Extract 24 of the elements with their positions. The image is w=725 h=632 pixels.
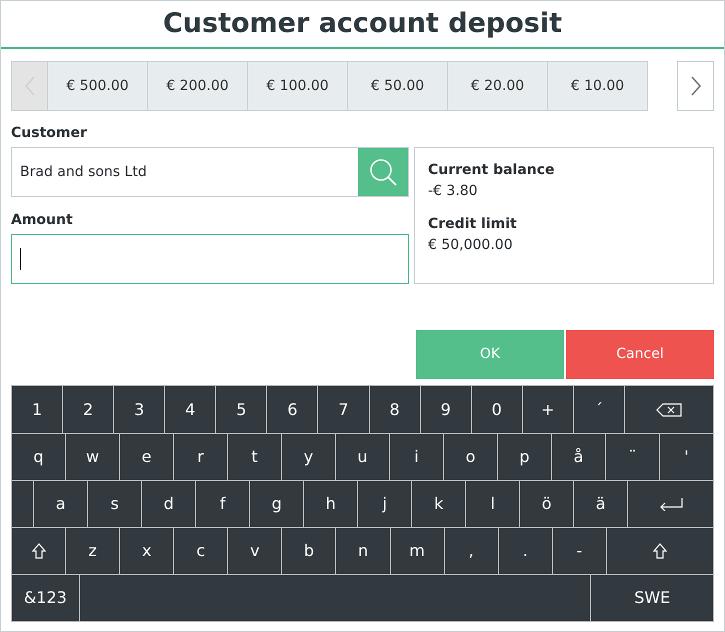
next-button[interactable] bbox=[677, 61, 714, 111]
info-value: -€ 3.80 bbox=[428, 182, 479, 201]
enter-icon bbox=[658, 497, 683, 511]
field-label: Customer bbox=[11, 124, 88, 143]
amount-field[interactable] bbox=[11, 234, 409, 284]
info-label: Current balance bbox=[428, 161, 556, 180]
field-label: Amount bbox=[11, 211, 74, 230]
info-value: € 50,000.00 bbox=[428, 236, 514, 255]
window-title: Customer account deposit bbox=[162, 6, 562, 41]
customer-field[interactable]: Brad and sons Ltd bbox=[11, 147, 409, 197]
preset-amount-button[interactable]: € 50.00 bbox=[348, 61, 448, 111]
search-button[interactable] bbox=[358, 148, 408, 196]
preset-amount-button[interactable]: € 500.00 bbox=[48, 61, 148, 111]
shift-icon bbox=[652, 543, 667, 559]
shift-icon bbox=[32, 543, 46, 559]
preset-amount-button[interactable]: € 10.00 bbox=[548, 61, 648, 111]
text-cursor bbox=[20, 248, 21, 270]
backspace-icon bbox=[656, 402, 682, 416]
chevron-right-icon bbox=[690, 76, 700, 96]
preset-amount-button[interactable]: € 200.00 bbox=[148, 61, 248, 111]
preset-amount-button[interactable]: € 100.00 bbox=[248, 61, 348, 111]
preset-amount-button[interactable]: € 20.00 bbox=[448, 61, 548, 111]
search-icon bbox=[368, 157, 398, 187]
info-label: Credit limit bbox=[428, 215, 518, 234]
